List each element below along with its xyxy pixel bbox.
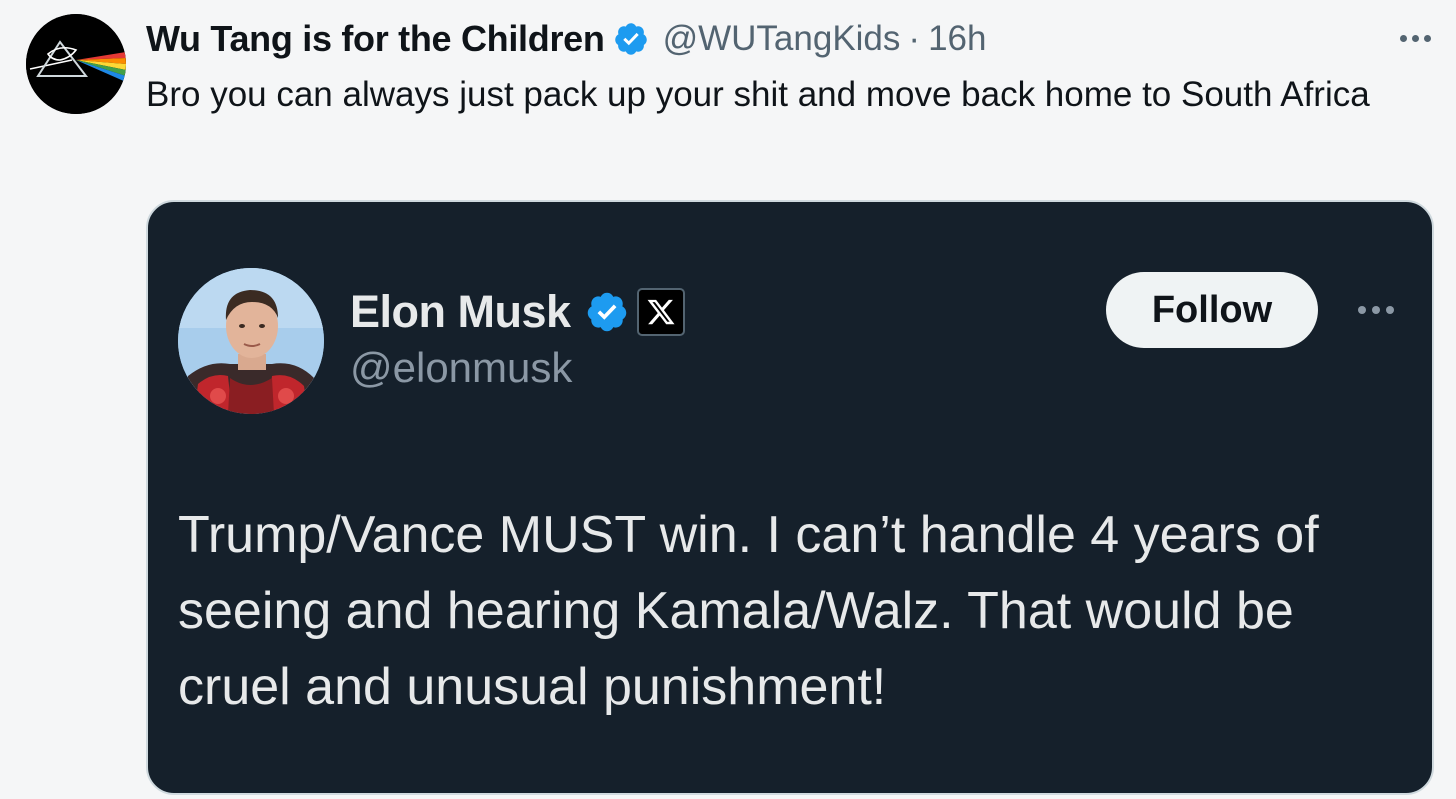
prism-logo-icon <box>26 14 126 114</box>
separator-dot: · <box>908 19 921 58</box>
quoted-tweet-card[interactable]: Elon Musk @elonmusk Follow Trump/Vance M… <box>146 200 1434 795</box>
more-options-icon[interactable] <box>1348 292 1404 328</box>
x-glyph-icon <box>647 299 675 325</box>
elon-musk-avatar[interactable] <box>178 268 324 414</box>
quoted-author-name[interactable]: Elon Musk <box>350 286 571 338</box>
author-handle[interactable]: @WUTangKids <box>663 19 901 59</box>
more-options-icon[interactable] <box>1390 20 1440 56</box>
tweet-text: Bro you can always just pack up your shi… <box>146 75 1370 114</box>
tweet-header: Wu Tang is for the Children @WUTangKids … <box>146 14 986 64</box>
verified-badge-icon <box>614 23 647 55</box>
quoted-author-handle[interactable]: @elonmusk <box>350 344 572 392</box>
verified-badge-icon <box>587 292 626 332</box>
profile-photo-icon <box>178 268 324 414</box>
author-name[interactable]: Wu Tang is for the Children <box>146 18 605 60</box>
quoted-author-line: Elon Musk <box>350 284 685 340</box>
tweet-time[interactable]: 16h <box>928 19 986 59</box>
follow-button[interactable]: Follow <box>1106 272 1318 348</box>
wu-tang-avatar[interactable] <box>26 14 126 114</box>
quoted-tweet-text: Trump/Vance MUST win. I can’t handle 4 y… <box>178 506 1319 716</box>
x-logo-icon[interactable] <box>636 288 685 336</box>
